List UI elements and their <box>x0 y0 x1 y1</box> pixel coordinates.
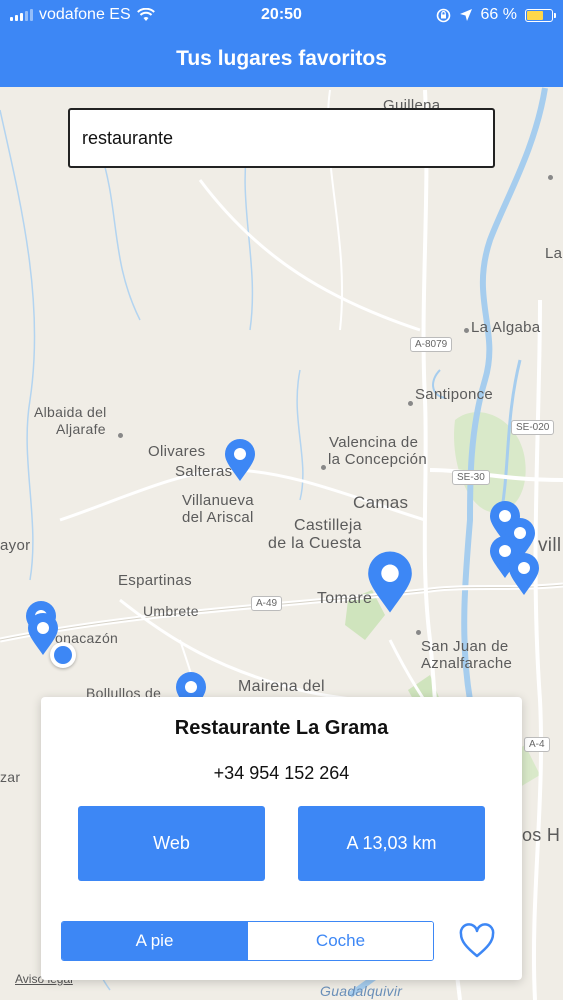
signal-icon <box>10 9 33 21</box>
place-label: Camas <box>353 493 409 512</box>
place-label: la Concepción <box>328 451 427 468</box>
road-shield: A-49 <box>251 596 283 611</box>
road-shield: SE-020 <box>511 420 555 435</box>
map-pin-selected-icon[interactable] <box>365 550 415 614</box>
travel-mode-segmented-control: A pie Coche <box>61 921 434 961</box>
place-label: Guadalquivir <box>320 983 403 999</box>
place-label: Villanueva <box>182 492 254 509</box>
web-button[interactable]: Web <box>78 806 265 881</box>
place-label: La <box>545 245 563 262</box>
distance-button[interactable]: A 13,03 km <box>298 806 485 881</box>
place-dot <box>548 175 553 180</box>
place-label: San Juan de <box>421 638 509 655</box>
place-label: Espartinas <box>118 572 192 589</box>
place-phone[interactable]: +34 954 152 264 <box>41 763 522 784</box>
carrier-label: vodafone ES <box>39 6 131 23</box>
status-bar: vodafone ES 20:50 66 % <box>0 0 563 30</box>
place-dot <box>118 433 123 438</box>
favorite-heart-icon[interactable] <box>458 923 496 959</box>
place-label: Tomare <box>317 590 373 607</box>
place-label: La Algaba <box>471 319 541 336</box>
place-label: Umbrete <box>143 603 199 619</box>
place-label: Valencina de <box>329 434 419 451</box>
map-pin-icon[interactable] <box>507 552 541 596</box>
search-input[interactable] <box>82 127 481 149</box>
road-shield: SE-30 <box>452 470 490 485</box>
page-title: Tus lugares favoritos <box>176 46 387 70</box>
rotation-lock-icon <box>436 8 450 22</box>
app-header: Tus lugares favoritos <box>0 30 563 87</box>
wifi-icon <box>136 8 155 21</box>
place-label: Mairena del <box>238 678 325 695</box>
search-field[interactable] <box>68 108 495 168</box>
segment-car[interactable]: Coche <box>247 922 433 960</box>
place-label: vill <box>538 535 562 556</box>
place-label: Aznalfarache <box>421 655 513 672</box>
place-dot <box>408 401 413 406</box>
place-label: del Ariscal <box>182 509 254 526</box>
road-shield: A-4 <box>524 737 550 752</box>
place-dot <box>321 465 326 470</box>
place-label: ayor <box>0 537 31 554</box>
place-label: os H <box>522 825 561 845</box>
map-pin-icon[interactable] <box>223 438 257 482</box>
battery-icon <box>525 8 556 22</box>
road-shield: A-8079 <box>410 337 453 352</box>
place-label: Olivares <box>148 443 206 460</box>
location-arrow-icon <box>459 9 472 21</box>
place-dot <box>464 328 469 333</box>
place-label: Santiponce <box>415 386 494 403</box>
place-card: Restaurante La Grama +34 954 152 264 Web… <box>41 697 522 980</box>
segment-walk[interactable]: A pie <box>62 922 247 960</box>
place-label: Castilleja <box>294 517 362 534</box>
place-title: Restaurante La Grama <box>174 717 389 739</box>
user-location-icon <box>50 642 76 668</box>
place-dot <box>416 630 421 635</box>
place-label: Aljarafe <box>56 421 106 437</box>
place-label: Albaida del <box>34 404 107 420</box>
place-label: zar <box>0 769 21 785</box>
place-label: de la Cuesta <box>268 535 362 552</box>
battery-percent: 66 % <box>480 6 517 23</box>
